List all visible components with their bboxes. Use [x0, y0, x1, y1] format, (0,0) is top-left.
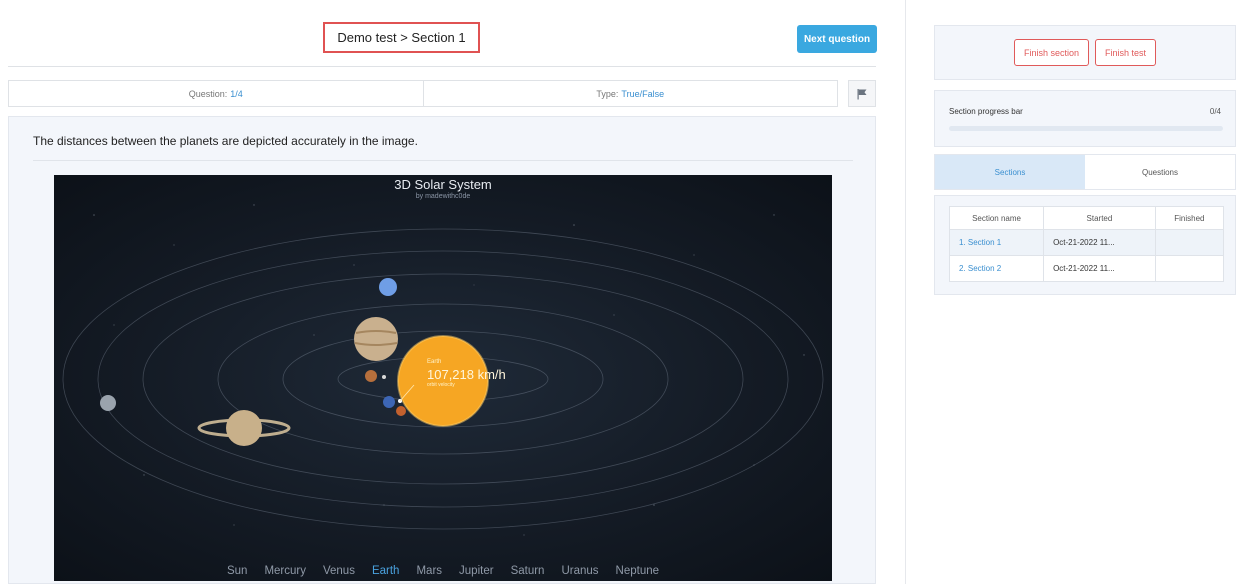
finish-actions-card: Finish section Finish test: [934, 25, 1236, 80]
planet-nav-sun[interactable]: Sun: [227, 565, 247, 577]
uranus-planet[interactable]: [100, 395, 116, 411]
question-panel: The distances between the planets are de…: [8, 116, 876, 584]
question-divider: [33, 160, 853, 161]
saturn-planet[interactable]: [226, 410, 262, 446]
question-type-value: True/False: [621, 88, 665, 99]
image-title: 3D Solar System: [394, 177, 492, 192]
question-type: Type: True/False: [422, 81, 838, 106]
section-started: Oct-21-2022 11...: [1043, 255, 1156, 282]
planet-nav-uranus[interactable]: Uranus: [561, 565, 598, 577]
finish-section-button[interactable]: Finish section: [1013, 39, 1089, 66]
tab-questions[interactable]: Questions: [1085, 155, 1235, 189]
tab-sections[interactable]: Sections: [935, 155, 1085, 189]
neptune-planet[interactable]: [379, 278, 397, 296]
question-info-bar: Question: 1/4 Type: True/False: [8, 80, 838, 107]
table-row[interactable]: 2. Section 2 Oct-21-2022 11...: [948, 255, 1225, 282]
question-type-label: Type:: [596, 88, 619, 99]
section-finished: [1154, 229, 1225, 256]
planet-nav-earth[interactable]: Earth: [372, 565, 400, 577]
planet-nav-neptune[interactable]: Neptune: [616, 565, 659, 577]
panel-tabs: Sections Questions: [934, 154, 1236, 190]
sections-table-card: Section name Started Finished 1. Section…: [934, 195, 1236, 295]
table-row[interactable]: 1. Section 1 Oct-21-2022 11...: [948, 229, 1225, 256]
header-divider: [8, 66, 876, 67]
flag-icon: [857, 88, 867, 99]
section-started: Oct-21-2022 11...: [1043, 229, 1156, 256]
finish-test-button[interactable]: Finish test: [1095, 39, 1157, 66]
main-area: Demo test > Section 1 Next question Ques…: [0, 0, 905, 584]
progress-bar: [949, 126, 1223, 131]
progress-count: 0/4: [1209, 107, 1221, 116]
question-text: The distances between the planets are de…: [33, 134, 418, 148]
section-name-link[interactable]: 1. Section 1: [948, 229, 1045, 256]
planet-nav-mercury[interactable]: Mercury: [264, 565, 306, 577]
tooltip-sub: orbit velocity: [427, 382, 455, 388]
breadcrumb-text: Demo test > Section 1: [337, 30, 466, 45]
planet-nav-saturn[interactable]: Saturn: [511, 565, 545, 577]
table-header-row: Section name Started Finished: [948, 206, 1225, 230]
column-header-section-name: Section name: [948, 206, 1045, 230]
image-subtitle: by madewithc0de: [415, 193, 471, 200]
tooltip-label: Earth: [427, 359, 442, 365]
column-header-started: Started: [1043, 206, 1156, 230]
question-counter-value: 1/4: [230, 88, 243, 99]
sections-table: Section name Started Finished 1. Section…: [948, 206, 1225, 282]
progress-label: Section progress bar: [949, 107, 1023, 116]
section-progress-card: Section progress bar 0/4: [934, 90, 1236, 147]
mercury-planet[interactable]: [382, 375, 386, 379]
column-header-finished: Finished: [1154, 206, 1225, 230]
section-finished: [1154, 255, 1225, 282]
next-question-button[interactable]: Next question: [797, 25, 877, 53]
planet-nav-venus[interactable]: Venus: [323, 565, 355, 577]
breadcrumb: Demo test > Section 1: [323, 22, 480, 53]
earth-planet[interactable]: [383, 396, 395, 408]
planet-nav-jupiter[interactable]: Jupiter: [459, 565, 494, 577]
solar-system-image: 3D Solar System by madewithc0de Earth 10…: [54, 175, 832, 581]
mars-planet[interactable]: [365, 370, 377, 382]
planet-nav-mars[interactable]: Mars: [416, 565, 442, 577]
jupiter-planet[interactable]: [354, 317, 398, 361]
venus-planet[interactable]: [396, 406, 406, 416]
panel-divider: [905, 0, 906, 584]
planet-nav: Sun Mercury Venus Earth Mars Jupiter Sat…: [54, 565, 832, 577]
flag-question-button[interactable]: [848, 80, 876, 107]
question-counter: Question: 1/4: [9, 81, 423, 106]
tooltip-speed: 107,218 km/h: [427, 367, 506, 382]
section-name-link[interactable]: 2. Section 2: [948, 255, 1045, 282]
question-counter-label: Question:: [188, 88, 228, 99]
